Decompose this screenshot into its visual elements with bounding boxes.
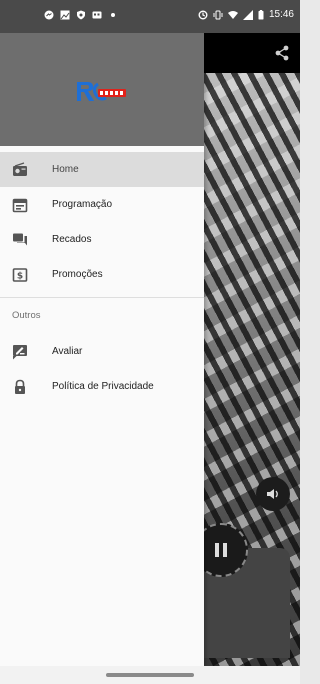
app-toolbar — [204, 33, 300, 73]
menu-divider — [0, 297, 204, 298]
system-nav-bar — [0, 666, 300, 684]
menu-item-programacao[interactable]: Programação — [0, 187, 204, 222]
wifi-icon — [227, 10, 238, 19]
section-title-outros: Outros — [12, 310, 41, 321]
notification-icons — [44, 10, 118, 20]
pause-icon — [215, 543, 227, 557]
menu-item-home[interactable]: Home — [0, 152, 204, 187]
calendar-icon — [12, 197, 28, 213]
svg-text:$: $ — [17, 271, 23, 281]
chat-icon — [12, 232, 28, 248]
radio-icon — [12, 161, 28, 178]
sync-icon — [198, 10, 208, 19]
wallet-icon — [92, 11, 102, 19]
menu-label-avaliar: Avaliar — [52, 346, 83, 357]
shield-icon — [77, 10, 85, 20]
navigation-drawer: Home Programação Recados $ Promoções Out… — [0, 0, 204, 666]
system-icons: 15:46 — [198, 9, 294, 20]
lock-icon — [12, 379, 28, 395]
menu-label-home: Home — [52, 164, 79, 175]
clock: 15:46 — [268, 9, 294, 20]
background-app — [204, 33, 300, 666]
status-bar: 15:46 — [0, 0, 300, 33]
vibrate-icon — [213, 10, 223, 19]
menu-label-promocoes: Promoções — [52, 269, 103, 280]
menu-item-promocoes[interactable]: $ Promoções — [0, 257, 204, 292]
dot-icon — [111, 13, 115, 17]
menu-label-programacao: Programação — [52, 199, 113, 210]
menu-label-politica-privacidade: Política de Privacidade — [52, 381, 154, 392]
menu-item-politica-privacidade[interactable]: Política de Privacidade — [0, 369, 204, 404]
gallery-icon — [60, 10, 70, 20]
menu-label-recados: Recados — [52, 234, 92, 245]
station-logo — [77, 82, 126, 101]
volume-button[interactable] — [256, 477, 290, 511]
volume-icon — [267, 489, 278, 499]
signal-icon — [242, 9, 253, 20]
home-gesture-handle[interactable] — [106, 673, 194, 677]
menu-item-avaliar[interactable]: Avaliar — [0, 334, 204, 369]
dollar-icon: $ — [12, 267, 28, 283]
share-icon[interactable] — [272, 43, 292, 63]
battery-icon — [258, 9, 264, 19]
menu-item-recados[interactable]: Recados — [0, 222, 204, 257]
messenger-icon — [44, 10, 54, 20]
rate-review-icon — [12, 344, 28, 360]
